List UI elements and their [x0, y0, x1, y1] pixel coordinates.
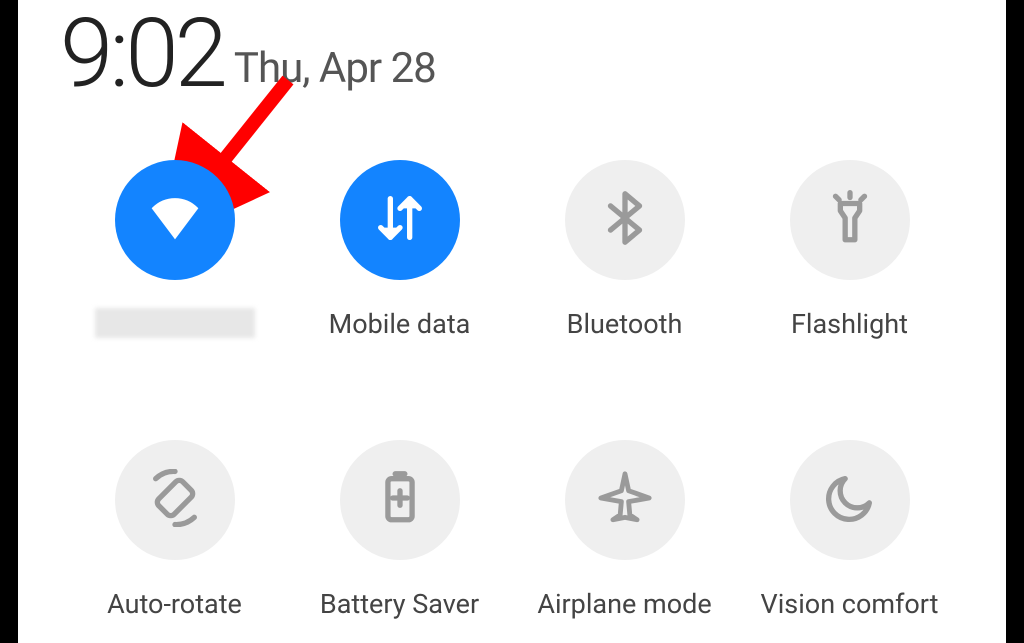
flashlight-label: Flashlight: [791, 308, 908, 340]
battery-saver-toggle[interactable]: [340, 440, 460, 560]
mobile-data-tile: Mobile data: [290, 160, 510, 340]
bluetooth-tile: Bluetooth: [515, 160, 735, 340]
wifi-toggle[interactable]: [115, 160, 235, 280]
airplane-mode-tile: Airplane mode: [515, 440, 735, 620]
airplane-mode-label: Airplane mode: [537, 588, 711, 620]
airplane-mode-toggle[interactable]: [565, 440, 685, 560]
moon-icon: [821, 469, 879, 531]
bluetooth-label: Bluetooth: [567, 308, 683, 340]
wifi-label-redacted: [95, 308, 255, 338]
flashlight-tile: Flashlight: [740, 160, 960, 340]
vision-comfort-label: Vision comfort: [761, 588, 939, 620]
vision-comfort-tile: Vision comfort: [740, 440, 960, 620]
tiles-grid: Mobile data Bluetooth: [62, 160, 962, 620]
mobile-data-icon: [371, 189, 429, 251]
bluetooth-icon: [596, 189, 654, 251]
battery-saver-label: Battery Saver: [320, 588, 479, 620]
auto-rotate-label: Auto-rotate: [107, 588, 242, 620]
wifi-icon: [146, 189, 204, 251]
auto-rotate-icon: [146, 469, 204, 531]
vision-comfort-toggle[interactable]: [790, 440, 910, 560]
mobile-data-label: Mobile data: [329, 308, 471, 340]
battery-saver-icon: [371, 469, 429, 531]
airplane-icon: [596, 469, 654, 531]
auto-rotate-toggle[interactable]: [115, 440, 235, 560]
clock-date: Thu, Apr 28: [234, 44, 436, 93]
quick-settings-panel: 9:02 Thu, Apr 28: [18, 0, 1006, 643]
auto-rotate-tile: Auto-rotate: [65, 440, 285, 620]
flashlight-icon: [821, 189, 879, 251]
battery-saver-tile: Battery Saver: [290, 440, 510, 620]
status-header: 9:02 Thu, Apr 28: [60, 0, 436, 102]
clock-time: 9:02: [60, 6, 224, 102]
wifi-tile: [65, 160, 285, 340]
mobile-data-toggle[interactable]: [340, 160, 460, 280]
flashlight-toggle[interactable]: [790, 160, 910, 280]
bluetooth-toggle[interactable]: [565, 160, 685, 280]
